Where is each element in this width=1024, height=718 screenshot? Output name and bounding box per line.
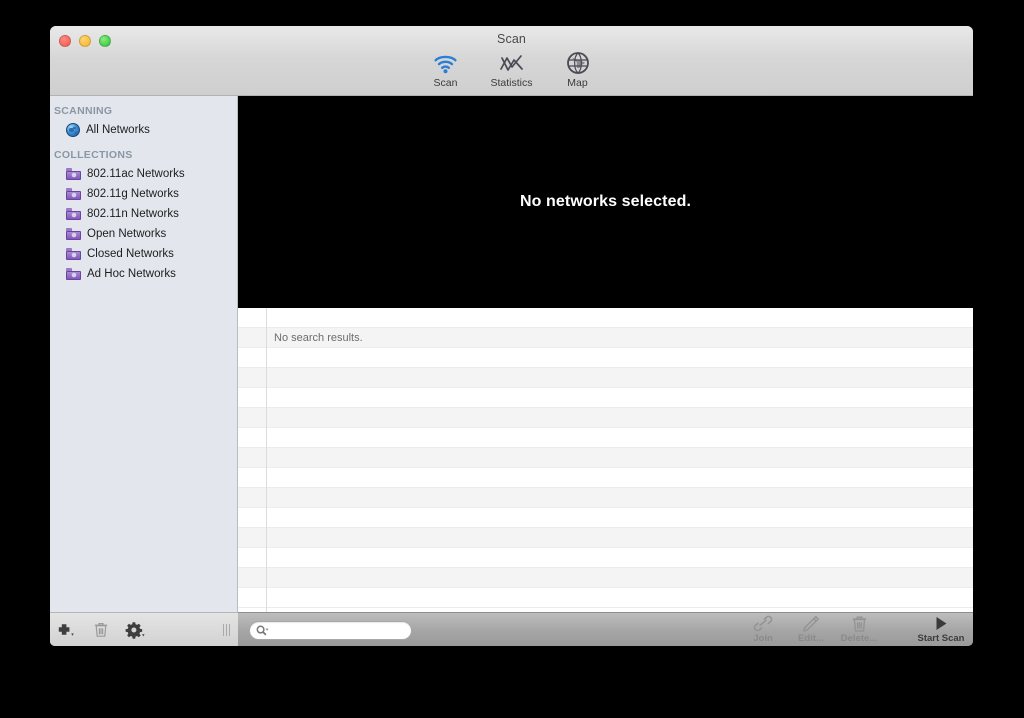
sidebar: SCANNING All Networks COLLECTIONS 802.11…: [50, 96, 238, 646]
sidebar-item-label: Closed Networks: [87, 248, 174, 260]
settings-gear-button[interactable]: [118, 613, 152, 647]
toolbar: Scan Statistics Map: [50, 48, 973, 89]
sidebar-item-label: Ad Hoc Networks: [87, 268, 176, 280]
table-row[interactable]: [238, 388, 973, 408]
table-row[interactable]: [238, 488, 973, 508]
table-row[interactable]: [238, 408, 973, 428]
bottom-toolbar-actions: Join Edit... Delete... Start Scan: [739, 613, 965, 646]
table-row[interactable]: [238, 588, 973, 608]
scan-app-window: Scan Scan Statistics Map SCANNING All Ne…: [50, 26, 973, 646]
toolbar-item-map[interactable]: Map: [552, 48, 604, 89]
table-column-divider: [266, 308, 267, 612]
smart-folder-icon: [66, 168, 81, 180]
sidebar-item-label: 802.11n Networks: [87, 208, 179, 220]
sidebar-bottom-bar: [50, 612, 238, 646]
table-row[interactable]: [238, 468, 973, 488]
bottom-toolbar: Join Edit... Delete... Start Scan: [238, 612, 973, 646]
main-content: No networks selected. No search results.: [238, 96, 973, 646]
edit-label: Edit...: [798, 633, 824, 644]
delete-button[interactable]: Delete...: [835, 613, 883, 646]
table-row[interactable]: [238, 348, 973, 368]
window-titlebar: Scan Scan Statistics Map: [50, 26, 973, 96]
sidebar-item-all-networks[interactable]: All Networks: [50, 120, 237, 140]
sidebar-item-closed-networks[interactable]: Closed Networks: [50, 244, 237, 264]
sidebar-item-802-11ac-networks[interactable]: 802.11ac Networks: [50, 164, 237, 184]
globe-icon: [66, 123, 80, 137]
wifi-icon: [433, 48, 458, 74]
graph-pane: No networks selected.: [238, 96, 973, 308]
sidebar-item-ad-hoc-networks[interactable]: Ad Hoc Networks: [50, 264, 237, 284]
table-row[interactable]: [238, 308, 973, 328]
search-icon: [256, 625, 269, 635]
play-icon: [932, 615, 950, 632]
table-row[interactable]: [238, 568, 973, 588]
smart-folder-icon: [66, 268, 81, 280]
sidebar-item-label: 802.11ac Networks: [87, 168, 185, 180]
sidebar-item-label: All Networks: [86, 124, 150, 136]
search-input[interactable]: [273, 624, 403, 637]
pencil-icon: [802, 615, 820, 632]
start-scan-button[interactable]: Start Scan: [917, 613, 965, 646]
smart-folder-icon: [66, 208, 81, 220]
sidebar-resize-grip[interactable]: [223, 624, 231, 636]
join-label: Join: [753, 633, 773, 644]
search-field[interactable]: [249, 621, 412, 640]
networks-table[interactable]: No search results.: [238, 308, 973, 612]
toolbar-label-map: Map: [567, 77, 588, 89]
smart-folder-icon: [66, 248, 81, 260]
delete-label: Delete...: [840, 633, 878, 644]
trash-icon: [851, 615, 868, 632]
toolbar-label-scan: Scan: [433, 77, 458, 89]
sidebar-item-label: Open Networks: [87, 228, 167, 240]
smart-folder-icon: [66, 228, 81, 240]
table-row[interactable]: [238, 428, 973, 448]
smart-folder-icon: [66, 188, 81, 200]
sidebar-item-802-11g-networks[interactable]: 802.11g Networks: [50, 184, 237, 204]
sidebar-header-scanning: SCANNING: [54, 105, 113, 117]
globe-icon: [566, 48, 590, 74]
link-icon: [753, 615, 773, 632]
toolbar-item-scan[interactable]: Scan: [420, 48, 472, 89]
table-row[interactable]: [238, 508, 973, 528]
sidebar-item-802-11n-networks[interactable]: 802.11n Networks: [50, 204, 237, 224]
window-title: Scan: [497, 32, 526, 46]
add-collection-button[interactable]: [50, 613, 84, 647]
table-empty-message: No search results.: [274, 331, 363, 344]
sidebar-header-collections: COLLECTIONS: [54, 149, 133, 161]
table-row[interactable]: [238, 548, 973, 568]
sidebar-item-open-networks[interactable]: Open Networks: [50, 224, 237, 244]
table-row[interactable]: [238, 368, 973, 388]
table-row[interactable]: No search results.: [238, 328, 973, 348]
start-scan-label: Start Scan: [917, 633, 965, 644]
line-chart-icon: [499, 48, 524, 74]
table-row[interactable]: [238, 448, 973, 468]
delete-collection-button[interactable]: [84, 613, 118, 647]
edit-button[interactable]: Edit...: [787, 613, 835, 646]
toolbar-label-statistics: Statistics: [490, 77, 533, 89]
sidebar-item-label: 802.11g Networks: [87, 188, 179, 200]
table-row[interactable]: [238, 528, 973, 548]
join-button[interactable]: Join: [739, 613, 787, 646]
toolbar-item-statistics[interactable]: Statistics: [486, 48, 538, 89]
graph-empty-message: No networks selected.: [519, 193, 692, 210]
